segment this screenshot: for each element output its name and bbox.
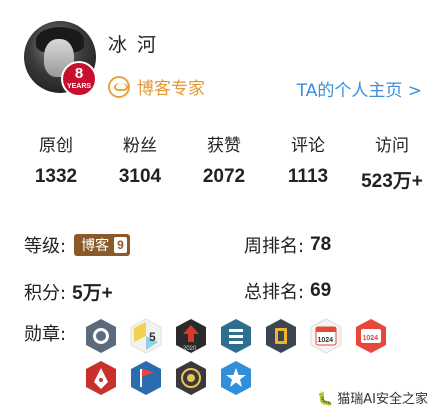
- total-rank-row: 总排名: 69: [244, 278, 331, 304]
- five-year-medal-icon[interactable]: 5: [129, 318, 163, 354]
- weekly-rank-value: 78: [310, 234, 332, 255]
- years-badge: 8 YEARS: [61, 61, 97, 97]
- stat-label: 访问: [375, 136, 409, 156]
- level-row: 等级: 博客 9: [24, 232, 130, 258]
- star-medal-icon[interactable]: [219, 360, 253, 396]
- user-name: 冰 河: [108, 34, 159, 56]
- medal-1024-red-text: 1024: [363, 335, 379, 342]
- points-row: 积分: 5万+: [24, 278, 113, 305]
- stat-comments[interactable]: 评论 1113: [266, 134, 350, 193]
- stat-likes[interactable]: 获赞 2072: [182, 134, 266, 193]
- level-label: 等级:: [24, 236, 67, 257]
- level-badge-number: 9: [114, 237, 127, 253]
- total-rank-value: 69: [310, 280, 332, 301]
- svg-text:5: 5: [149, 330, 156, 344]
- blog-expert-icon: [108, 75, 130, 98]
- blog-expert-badge[interactable]: 博客专家: [108, 74, 205, 99]
- stat-value: 2072: [202, 166, 246, 187]
- stat-value: 523万+: [361, 171, 423, 192]
- stat-value: 3104: [118, 166, 162, 187]
- github-medal-icon[interactable]: [84, 318, 118, 354]
- 1024-calendar-medal-icon[interactable]: 1024: [309, 318, 343, 354]
- stat-label: 评论: [291, 136, 325, 156]
- weekly-rank-row: 周排名: 78: [244, 232, 331, 258]
- medals-label: 勋章:: [24, 324, 67, 345]
- watermark-text: 🐛 猫瑞AI安全之家: [316, 392, 428, 407]
- stats-row: 原创 1332 粉丝 3104 获赞 2072 评论 1113 访问 523万+: [14, 134, 434, 193]
- 2020-medal-icon[interactable]: 2020: [174, 318, 208, 354]
- medal-2020-text: 2020: [183, 346, 197, 352]
- stat-fans[interactable]: 粉丝 3104: [98, 134, 182, 193]
- stat-label: 粉丝: [123, 136, 157, 156]
- list-medal-icon[interactable]: [219, 318, 253, 354]
- level-badge-text: 博客: [81, 238, 110, 254]
- level-badge[interactable]: 博客 9: [74, 234, 130, 256]
- stat-label: 获赞: [207, 136, 241, 156]
- 1024-red-medal-icon[interactable]: 1024: [354, 318, 388, 354]
- total-rank-label: 总排名:: [244, 282, 305, 303]
- streak-medal-icon[interactable]: [264, 318, 298, 354]
- stat-label: 原创: [39, 136, 73, 156]
- points-value: 5万+: [72, 283, 113, 304]
- stat-original[interactable]: 原创 1332: [14, 134, 98, 193]
- years-badge-label: YEARS: [66, 83, 92, 90]
- expert-medal-icon[interactable]: [174, 360, 208, 396]
- flag-medal-icon[interactable]: [129, 360, 163, 396]
- stat-value: 1113: [287, 166, 329, 187]
- stat-visits[interactable]: 访问 523万+: [350, 134, 434, 193]
- medal-1024-text: 1024: [318, 337, 334, 344]
- weekly-rank-label: 周排名:: [244, 236, 305, 257]
- watermark: 🐛 猫瑞AI安全之家: [317, 388, 428, 407]
- points-label: 积分:: [24, 282, 67, 304]
- stat-value: 1332: [34, 166, 78, 187]
- homepage-link[interactable]: TA的个人主页 >: [297, 76, 422, 101]
- years-badge-number: 8: [74, 65, 84, 82]
- pen-medal-icon[interactable]: [84, 360, 118, 396]
- blog-expert-label: 博客专家: [137, 79, 205, 99]
